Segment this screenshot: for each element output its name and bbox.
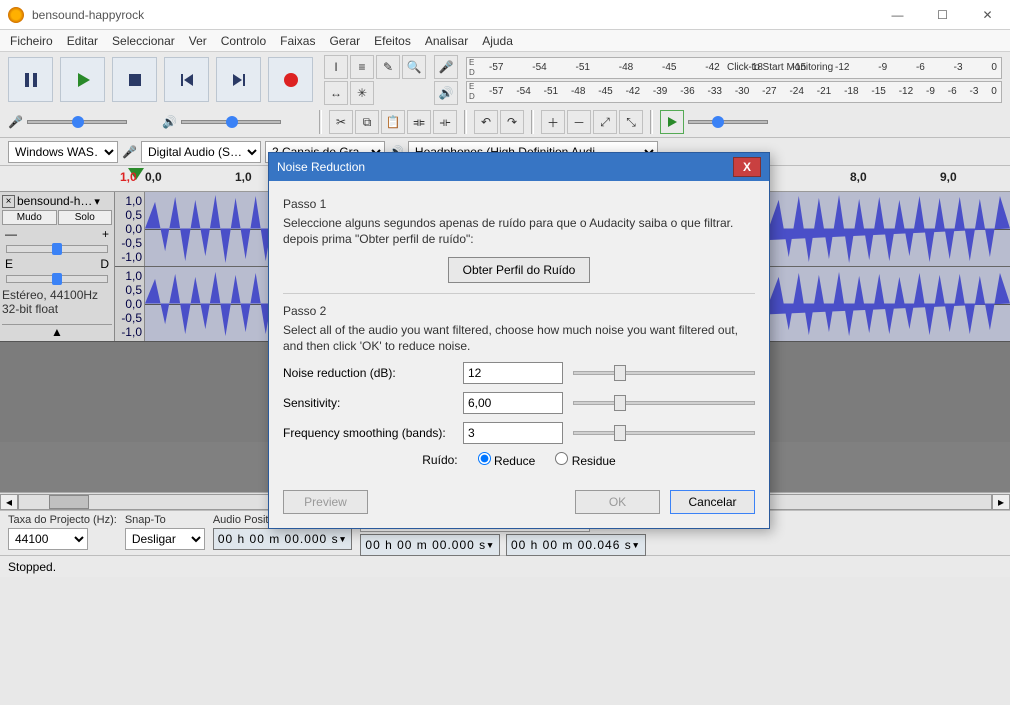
selection-end-box[interactable]: 00 h 00 m 00.046 s▾ xyxy=(506,534,646,556)
meter-click-text: Click to Start Monitoring xyxy=(727,62,833,73)
nr-slider[interactable] xyxy=(573,371,755,375)
play-button[interactable] xyxy=(60,57,105,102)
audio-host-select[interactable]: Windows WAS… xyxy=(8,141,118,163)
trim-icon[interactable]: ⟚ xyxy=(407,110,431,134)
maximize-button[interactable]: ☐ xyxy=(920,0,965,30)
gain-slider[interactable] xyxy=(6,245,108,253)
step2-desc: Select all of the audio you want filtere… xyxy=(283,322,755,354)
paste-icon[interactable]: 📋 xyxy=(381,110,405,134)
play-at-speed-icon[interactable] xyxy=(660,110,684,134)
rec-volume-slider[interactable]: 🎤 xyxy=(8,115,158,129)
freq-input[interactable] xyxy=(463,422,563,444)
mute-button[interactable]: Mudo xyxy=(2,210,57,225)
zoom-out-icon[interactable]: － xyxy=(567,110,591,134)
track-close-icon[interactable]: × xyxy=(2,195,15,208)
ok-button[interactable]: OK xyxy=(575,490,660,514)
sens-input[interactable] xyxy=(463,392,563,414)
draw-tool-icon[interactable]: ✎ xyxy=(376,55,400,79)
skip-start-button[interactable] xyxy=(164,57,209,102)
record-meter[interactable]: ED -57-54-51-48-45-42 Click to Start Mon… xyxy=(466,57,1002,79)
step1-label: Passo 1 xyxy=(283,197,755,211)
freq-slider[interactable] xyxy=(573,431,755,435)
noise-label: Ruído: xyxy=(422,453,457,467)
multi-tool-icon[interactable]: ✳ xyxy=(350,81,374,105)
play-speed-slider[interactable] xyxy=(688,120,838,124)
menu-ver[interactable]: Ver xyxy=(189,34,207,48)
tools-grid: I ≡ ✎ 🔍 ↔ ✳ xyxy=(324,55,426,105)
scroll-left-icon[interactable]: ◂ xyxy=(0,494,18,510)
envelope-tool-icon[interactable]: ≡ xyxy=(350,55,374,79)
stop-button[interactable] xyxy=(112,57,157,102)
menu-controlo[interactable]: Controlo xyxy=(221,34,266,48)
timeshift-tool-icon[interactable]: ↔ xyxy=(324,81,348,105)
undo-icon[interactable]: ↶ xyxy=(474,110,498,134)
zoom-fit-icon[interactable]: ⤡ xyxy=(619,110,643,134)
window-title: bensound-happyrock xyxy=(32,8,875,22)
app-icon xyxy=(8,7,24,23)
solo-button[interactable]: Solo xyxy=(58,210,113,225)
cut-icon[interactable]: ✂ xyxy=(329,110,353,134)
residue-radio[interactable]: Residue xyxy=(555,452,615,468)
play-meter-spk-icon[interactable]: 🔊 xyxy=(434,81,458,105)
pause-button[interactable] xyxy=(8,57,53,102)
zoom-in-icon[interactable]: ＋ xyxy=(541,110,565,134)
copy-icon[interactable]: ⧉ xyxy=(355,110,379,134)
menu-analisar[interactable]: Analisar xyxy=(425,34,468,48)
snap-label: Snap-To xyxy=(125,514,205,526)
window-titlebar: bensound-happyrock — ☐ ✕ xyxy=(0,0,1010,30)
cancel-button[interactable]: Cancelar xyxy=(670,490,755,514)
silence-icon[interactable]: ⟛ xyxy=(433,110,457,134)
sens-label: Sensitivity: xyxy=(283,396,453,410)
input-device-select[interactable]: Digital Audio (S… xyxy=(141,141,261,163)
project-rate-select[interactable]: 44100 xyxy=(8,528,88,550)
zoom-sel-icon[interactable]: ⤢ xyxy=(593,110,617,134)
pan-slider[interactable] xyxy=(6,275,108,283)
track-header[interactable]: ×bensound-h…▾ MudoSolo —+ ED Estéreo, 44… xyxy=(0,192,115,341)
menu-seleccionar[interactable]: Seleccionar xyxy=(112,34,175,48)
noise-reduction-dialog: Noise Reduction X Passo 1 Seleccione alg… xyxy=(268,152,770,529)
skip-end-button[interactable] xyxy=(216,57,261,102)
audio-position-box[interactable]: 00 h 00 m 00.000 s▾ xyxy=(213,528,353,550)
menu-faixas[interactable]: Faixas xyxy=(280,34,315,48)
step1-desc: Seleccione alguns segundos apenas de ruí… xyxy=(283,215,755,247)
selection-start-box[interactable]: 00 h 00 m 00.000 s▾ xyxy=(360,534,500,556)
rec-meter-mic-icon[interactable]: 🎤 xyxy=(434,55,458,79)
collapse-icon[interactable]: ▲ xyxy=(2,324,112,339)
menu-gerar[interactable]: Gerar xyxy=(329,34,360,48)
sens-slider[interactable] xyxy=(573,401,755,405)
get-profile-button[interactable]: Obter Perfil do Ruído xyxy=(448,257,591,283)
play-meter[interactable]: ED -57-54-51-48-45-42-39-36-33-30-27-24-… xyxy=(466,81,1002,103)
close-button[interactable]: ✕ xyxy=(965,0,1010,30)
reduce-radio[interactable]: Reduce xyxy=(478,452,536,468)
freq-label: Frequency smoothing (bands): xyxy=(283,426,453,440)
mic-icon: 🎤 xyxy=(122,145,137,159)
snap-select[interactable]: Desligar xyxy=(125,528,205,550)
redo-icon[interactable]: ↷ xyxy=(500,110,524,134)
nr-label: Noise reduction (dB): xyxy=(283,366,453,380)
minimize-button[interactable]: — xyxy=(875,0,920,30)
play-volume-slider[interactable]: 🔊 xyxy=(162,115,312,129)
status-text: Stopped. xyxy=(8,560,56,574)
selection-tool-icon[interactable]: I xyxy=(324,55,348,79)
dialog-close-button[interactable]: X xyxy=(733,157,761,177)
record-button[interactable] xyxy=(268,57,313,102)
scroll-right-icon[interactable]: ▸ xyxy=(992,494,1010,510)
project-rate-label: Taxa do Projecto (Hz): xyxy=(8,514,117,526)
zoom-tool-icon[interactable]: 🔍 xyxy=(402,55,426,79)
menu-efeitos[interactable]: Efeitos xyxy=(374,34,411,48)
menu-ajuda[interactable]: Ajuda xyxy=(482,34,513,48)
menubar: Ficheiro Editar Seleccionar Ver Controlo… xyxy=(0,30,1010,52)
menu-editar[interactable]: Editar xyxy=(67,34,98,48)
menu-ficheiro[interactable]: Ficheiro xyxy=(10,34,53,48)
preview-button[interactable]: Preview xyxy=(283,490,368,514)
dialog-title: Noise Reduction xyxy=(277,160,733,174)
track-name: bensound-h… xyxy=(17,194,92,208)
nr-input[interactable] xyxy=(463,362,563,384)
step2-label: Passo 2 xyxy=(283,304,755,318)
